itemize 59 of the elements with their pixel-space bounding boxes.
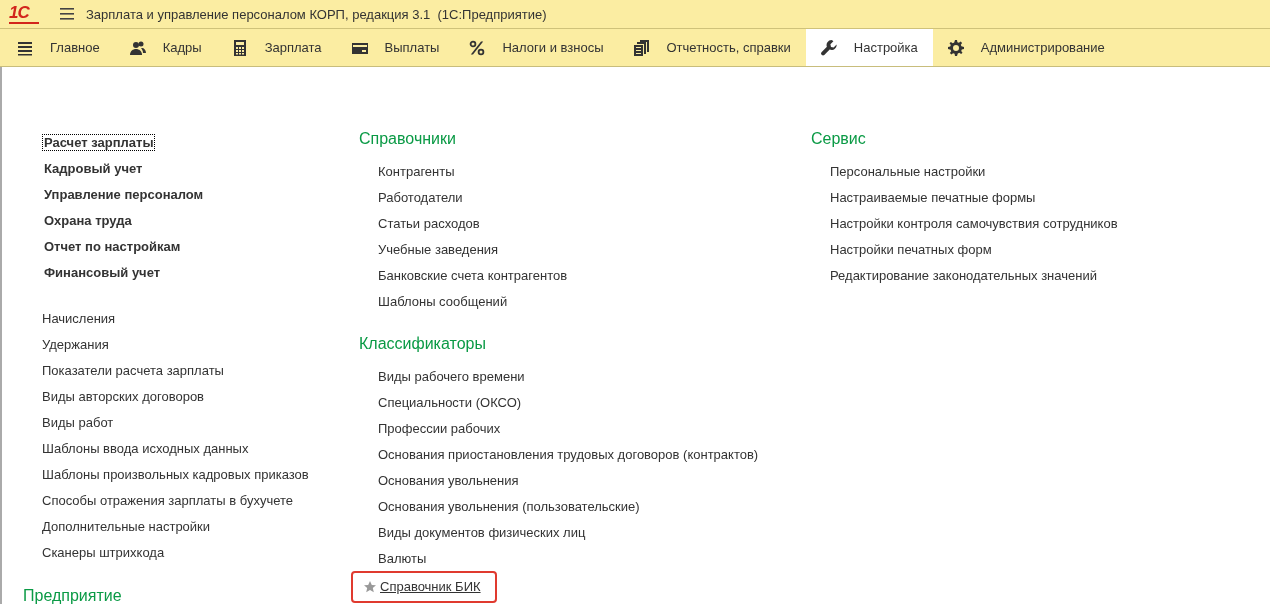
settings-link[interactable]: Персональные настройки (830, 159, 986, 185)
settings-link[interactable]: Виды авторских договоров (42, 384, 204, 410)
section-tab[interactable]: Настройка (805, 29, 933, 66)
settings-link[interactable]: Шаблоны ввода исходных данных (42, 436, 249, 462)
app-logo: 1С (9, 4, 39, 24)
settings-link[interactable]: Настраиваемые печатные формы (830, 185, 1036, 211)
section-tab[interactable]: Администрирование (932, 29, 1120, 66)
settings-link[interactable]: Основания увольнения (пользовательские) (378, 494, 640, 520)
settings-link[interactable]: Виды документов физических лиц (378, 520, 586, 546)
wrench-icon (820, 39, 837, 56)
settings-link[interactable]: Шаблоны произвольных кадровых приказов (42, 462, 309, 488)
people-icon (129, 39, 146, 56)
group-heading: Справочники (359, 129, 457, 149)
settings-link[interactable]: Показатели расчета зарплаты (42, 358, 224, 384)
window-title: Зарплата и управление персоналом КОРП, редакция 3.1 (1С:Предприятие) (86, 6, 547, 22)
group-heading: Предприятие (23, 586, 123, 604)
settings-link[interactable]: Редактирование законодательных значений (830, 263, 1097, 289)
settings-link[interactable]: Основания приостановления трудовых договоров (контрактов) (378, 442, 759, 468)
section-tab[interactable]: Отчетность, справки (618, 29, 806, 66)
settings-link[interactable]: Сканеры штрихкода (42, 540, 165, 566)
section-link[interactable]: Кадровый учет (42, 160, 145, 177)
settings-link[interactable]: Виды рабочего времени (378, 364, 525, 390)
documents-icon (633, 39, 650, 56)
settings-link[interactable]: Виды работ (42, 410, 114, 436)
section-link[interactable]: Финансовый учет (42, 264, 163, 281)
menu-icon (17, 39, 33, 56)
settings-link[interactable]: Основания увольнения (378, 468, 519, 494)
settings-link[interactable]: Дополнительные настройки (42, 514, 211, 540)
section-tab[interactable]: Выплаты (336, 29, 455, 66)
settings-link[interactable]: Удержания (42, 332, 109, 358)
section-link[interactable]: Охрана труда (42, 212, 134, 229)
settings-link[interactable]: Справочник БИК (380, 574, 481, 600)
settings-icon (947, 39, 964, 56)
settings-link[interactable]: Шаблоны сообщений (378, 289, 508, 315)
settings-link[interactable]: Статьи расходов (378, 211, 480, 237)
section-link[interactable]: Расчет зарплаты (42, 134, 156, 151)
percent-icon (469, 39, 486, 56)
settings-link[interactable]: Валюты (378, 546, 427, 572)
section-tab[interactable]: Кадры (114, 29, 217, 66)
settings-link[interactable]: Специальности (ОКСО) (378, 390, 522, 416)
settings-link[interactable]: Способы отражения зарплаты в бухучете (42, 488, 293, 514)
settings-link[interactable]: Работодатели (378, 185, 463, 211)
group-heading: Сервис (811, 129, 867, 149)
settings-link[interactable]: Профессии рабочих (378, 416, 501, 442)
settings-link[interactable]: Начисления (42, 306, 116, 332)
section-tab[interactable]: Зарплата (216, 29, 337, 66)
section-link[interactable]: Отчет по настройкам (42, 238, 183, 255)
settings-link[interactable]: Учебные заведения (378, 237, 499, 263)
settings-link[interactable]: Настройки контроля самочувствия сотрудников (830, 211, 1118, 237)
settings-link[interactable]: Банковские счета контрагентов (378, 263, 568, 289)
settings-link[interactable]: Настройки печатных форм (830, 237, 992, 263)
calculator-icon (231, 39, 248, 56)
section-tab[interactable]: Налоги и взносы (454, 29, 619, 66)
group-heading: Классификаторы (359, 334, 487, 354)
star-icon[interactable] (363, 581, 376, 593)
menu-icon[interactable] (60, 8, 74, 20)
section-link[interactable]: Управление персоналом (42, 186, 206, 203)
settings-link[interactable]: Контрагенты (378, 159, 455, 185)
section-tab[interactable]: Главное (2, 29, 115, 66)
